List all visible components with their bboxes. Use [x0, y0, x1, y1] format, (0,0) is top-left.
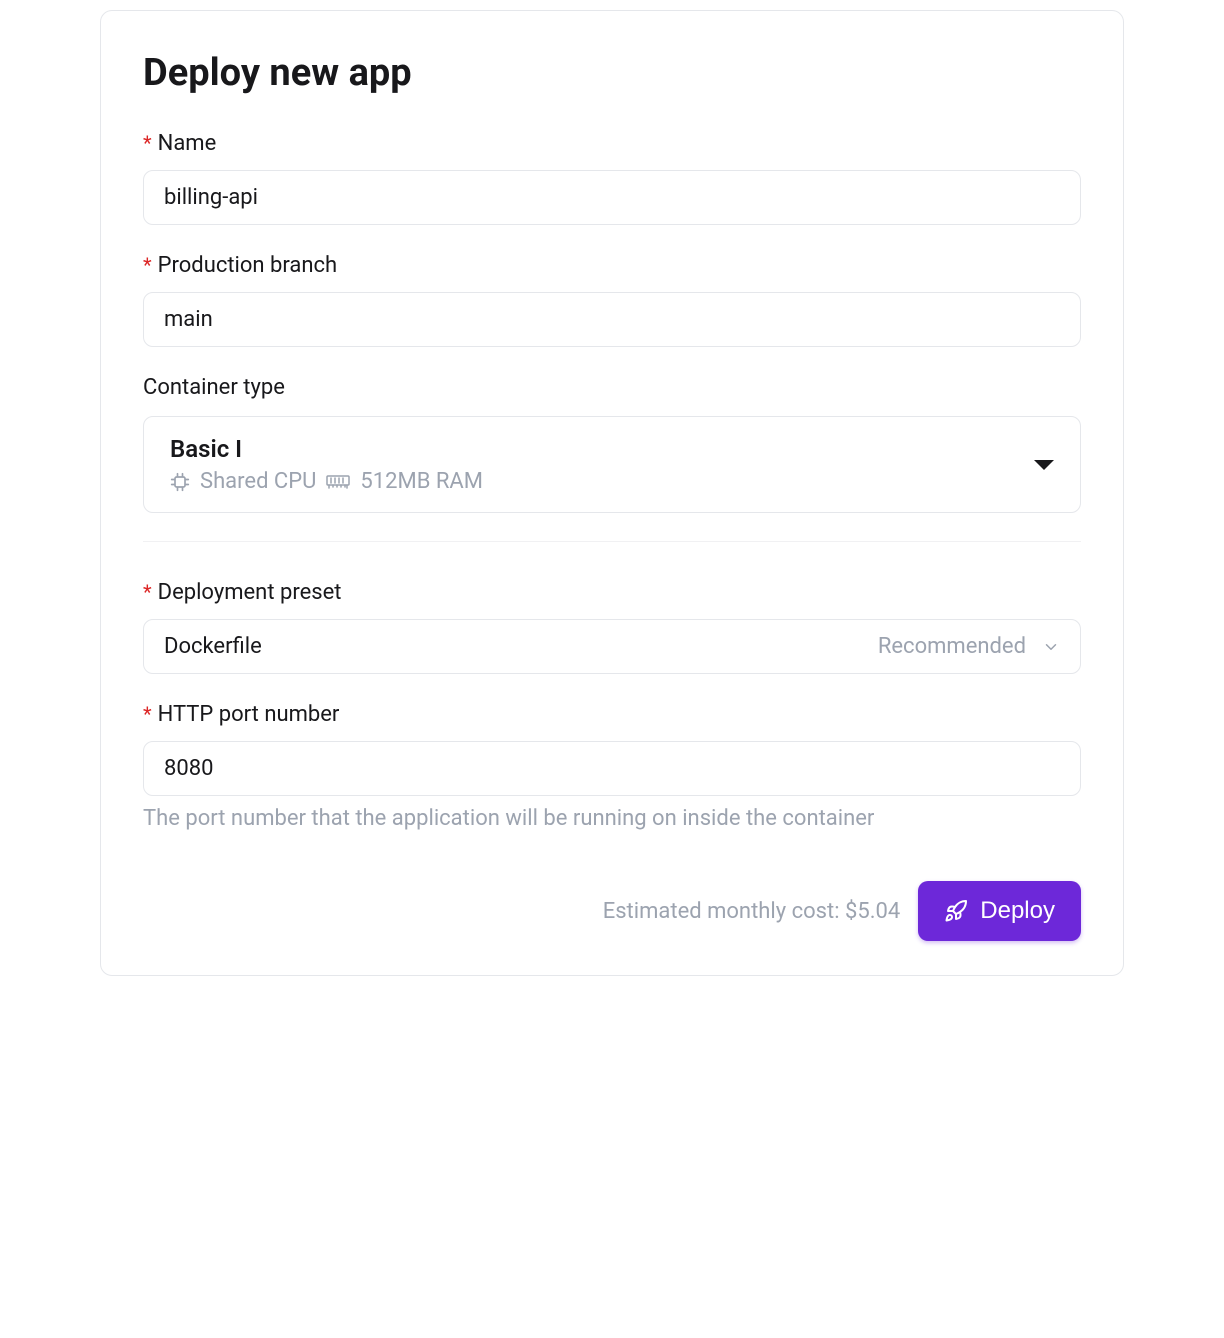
name-label-text: Name: [158, 131, 217, 156]
container-name: Basic I: [170, 435, 483, 463]
chevron-down-icon: [1042, 638, 1060, 656]
port-help-text: The port number that the application wil…: [143, 806, 1081, 831]
deploy-button[interactable]: Deploy: [918, 881, 1081, 941]
container-specs: Shared CPU 512MB RAM: [170, 469, 483, 494]
branch-label-text: Production branch: [158, 253, 338, 278]
branch-input[interactable]: [143, 292, 1081, 347]
branch-field: *Production branch: [143, 253, 1081, 347]
preset-badge: Recommended: [878, 634, 1026, 659]
required-star: *: [143, 253, 152, 277]
container-label: Container type: [143, 375, 1081, 400]
deploy-app-card: Deploy new app *Name *Production branch …: [100, 10, 1124, 976]
cpu-icon: [170, 472, 190, 492]
deploy-button-label: Deploy: [980, 897, 1055, 925]
name-field: *Name: [143, 131, 1081, 225]
rocket-icon: [944, 899, 968, 923]
cost-text: Estimated monthly cost: $5.04: [603, 899, 901, 924]
preset-label-text: Deployment preset: [158, 580, 342, 605]
preset-value: Dockerfile: [164, 634, 262, 659]
port-label-text: HTTP port number: [158, 702, 340, 727]
required-star: *: [143, 702, 152, 726]
container-label-text: Container type: [143, 375, 285, 400]
preset-select[interactable]: Dockerfile Recommended: [143, 619, 1081, 674]
container-cpu-text: Shared CPU: [200, 469, 316, 494]
container-ram-text: 512MB RAM: [360, 469, 483, 494]
footer-row: Estimated monthly cost: $5.04 Deploy: [143, 881, 1081, 941]
required-star: *: [143, 580, 152, 604]
container-info: Basic I Shared CPU 512MB RAM: [170, 435, 483, 494]
required-star: *: [143, 131, 152, 155]
name-label: *Name: [143, 131, 1081, 156]
container-picker[interactable]: Basic I Shared CPU 512MB RAM: [143, 416, 1081, 513]
port-field: *HTTP port number The port number that t…: [143, 702, 1081, 831]
preset-label: *Deployment preset: [143, 580, 1081, 605]
caret-down-icon: [1034, 460, 1054, 470]
port-input[interactable]: [143, 741, 1081, 796]
name-input[interactable]: [143, 170, 1081, 225]
container-field: Container type Basic I Shared CPU 512MB …: [143, 375, 1081, 513]
ram-icon: [326, 474, 350, 490]
branch-label: *Production branch: [143, 253, 1081, 278]
page-title: Deploy new app: [143, 51, 1081, 95]
preset-right: Recommended: [878, 634, 1060, 659]
port-label: *HTTP port number: [143, 702, 1081, 727]
section-divider: [143, 541, 1081, 542]
preset-field: *Deployment preset Dockerfile Recommende…: [143, 580, 1081, 674]
